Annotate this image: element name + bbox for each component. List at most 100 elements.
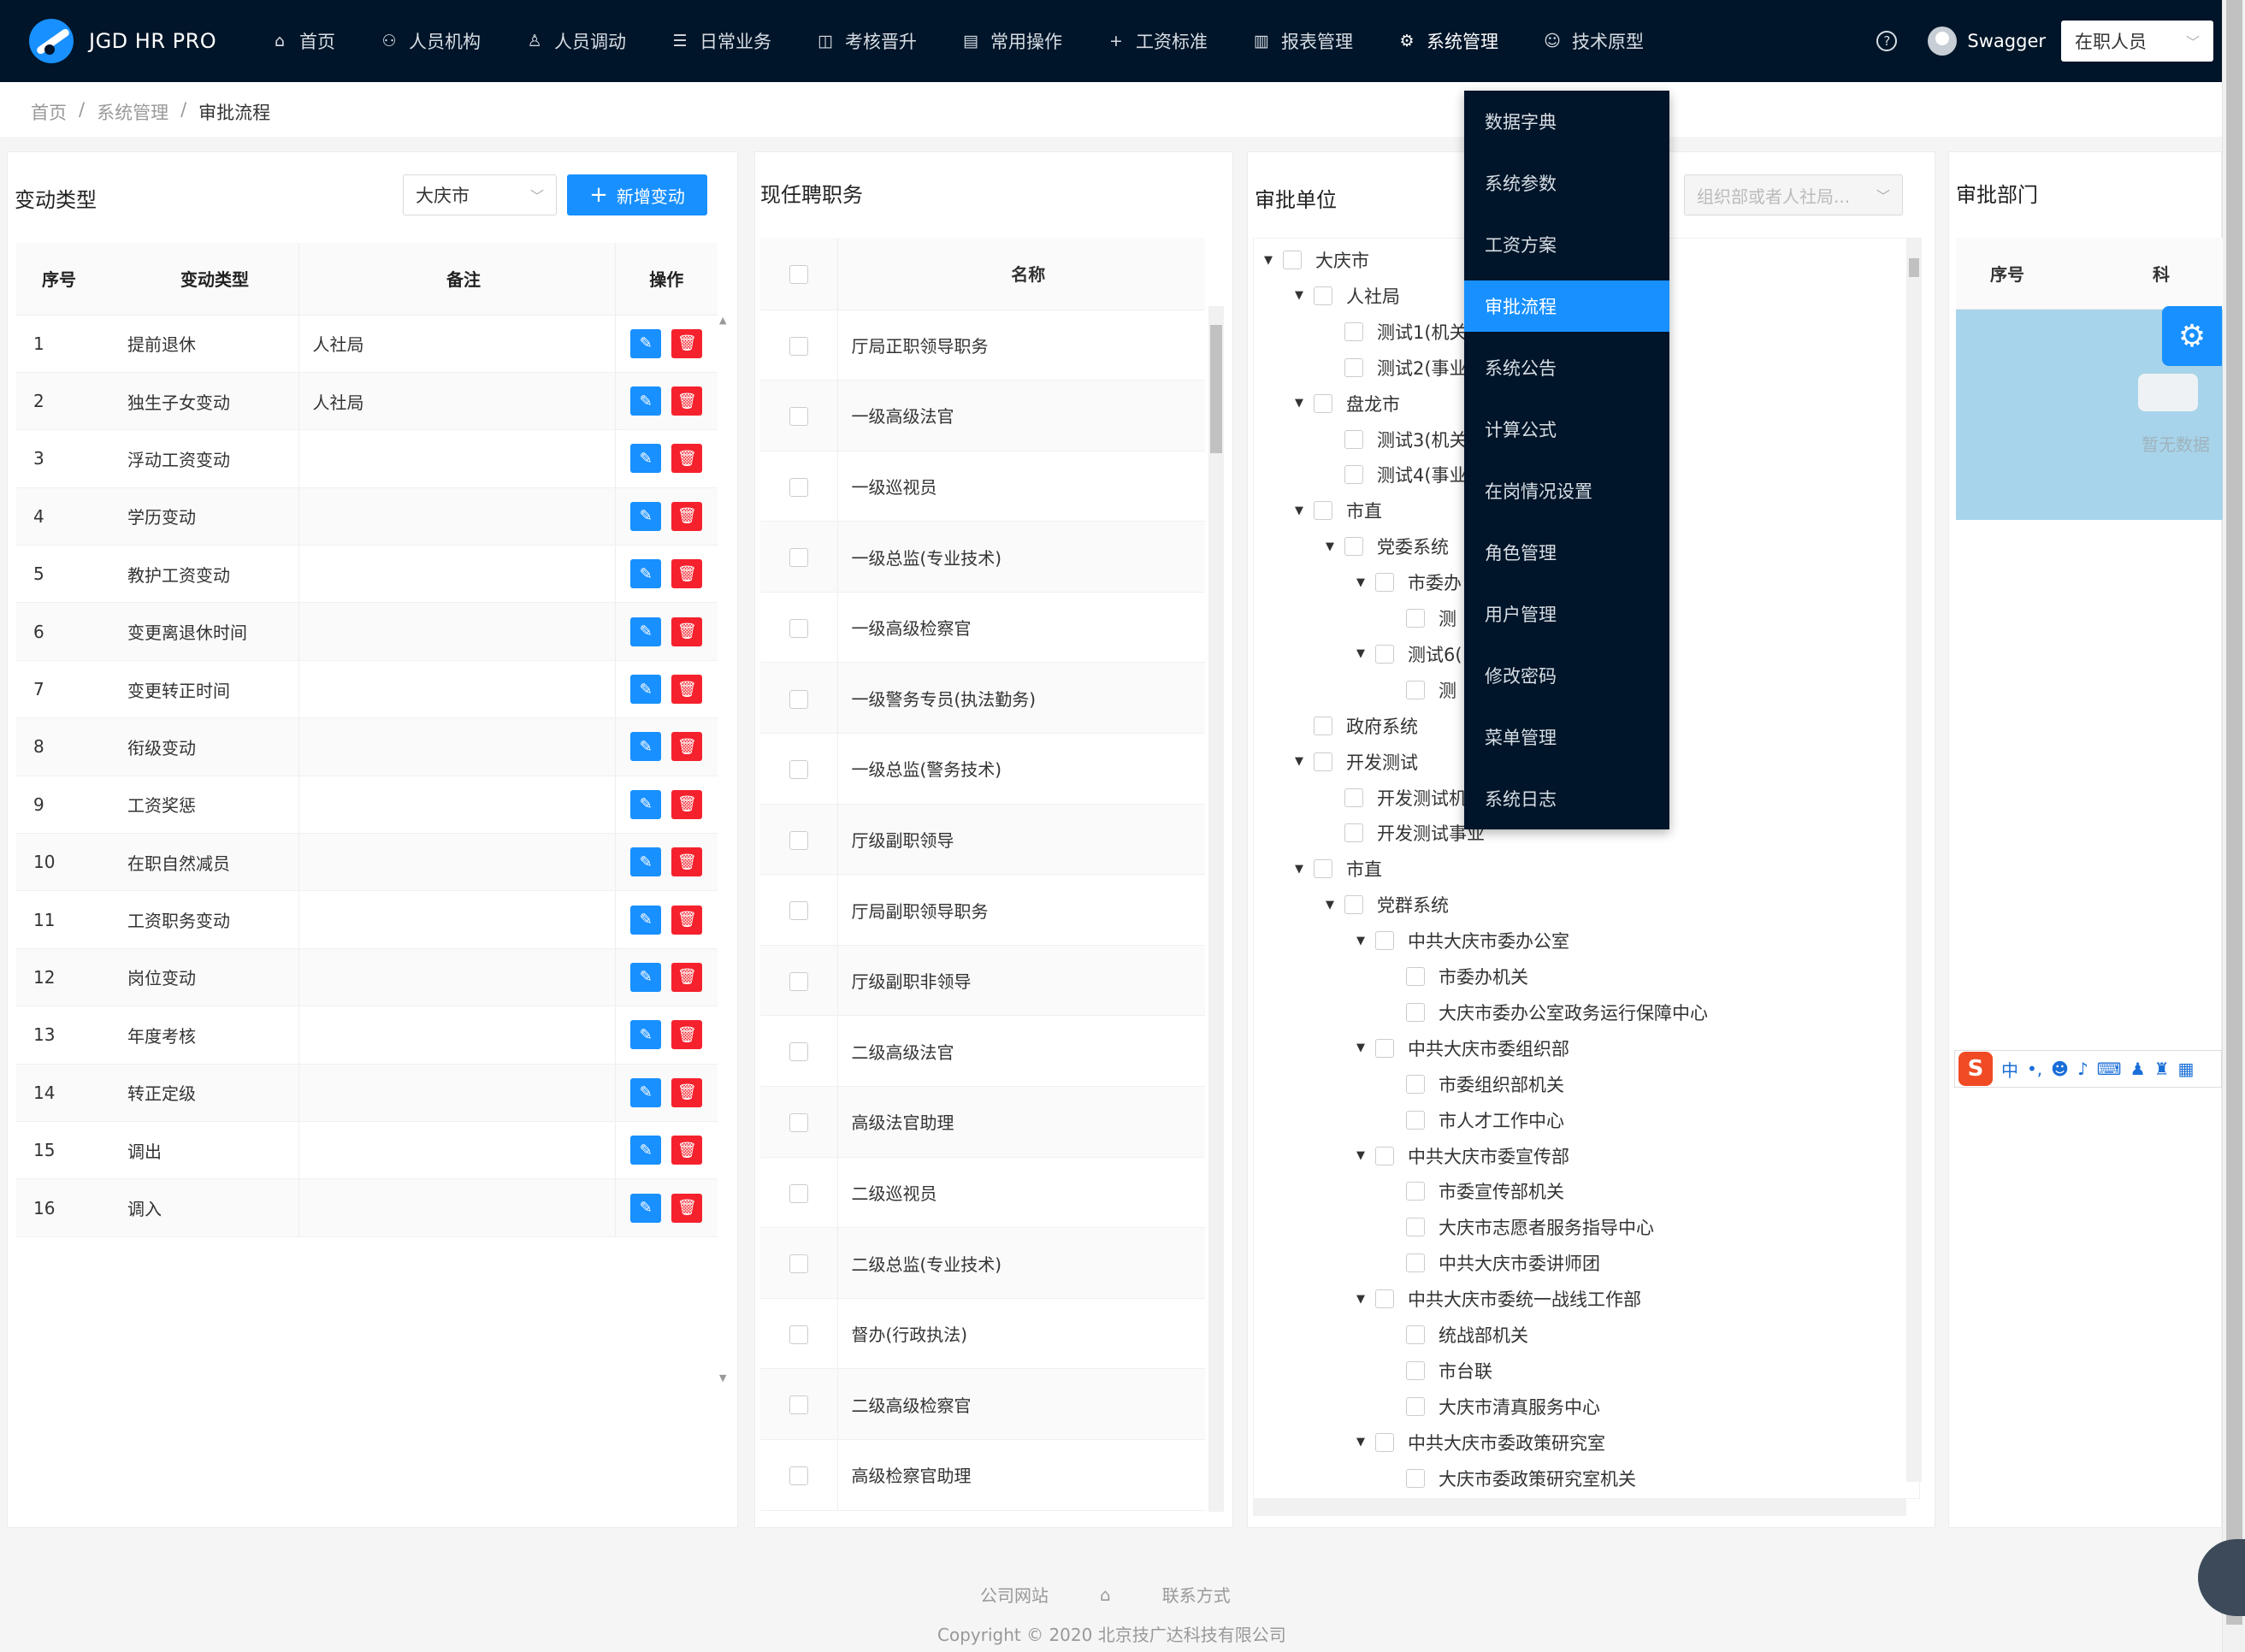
- tree-checkbox[interactable]: [1344, 823, 1363, 843]
- tree-node[interactable]: ▼ 中共大庆市委政策研究室: [1356, 1425, 1605, 1460]
- table-row[interactable]: 6 变更离退休时间 ✎ 🗑: [16, 602, 718, 661]
- table-row[interactable]: 13 年度考核 ✎ 🗑: [16, 1006, 718, 1065]
- org-select[interactable]: 组织部或者人社局... ﹀: [1684, 174, 1903, 215]
- tree-node[interactable]: 市委组织部机关: [1387, 1066, 1564, 1102]
- tree-checkbox[interactable]: [1314, 859, 1332, 879]
- tree-checkbox[interactable]: [1344, 357, 1363, 377]
- help-icon[interactable]: ?: [1876, 31, 1898, 51]
- table-row[interactable]: 11 工资职务变动 ✎ 🗑: [16, 890, 718, 949]
- delete-icon[interactable]: 🗑: [671, 559, 703, 589]
- shirt-icon[interactable]: ♜: [2154, 1059, 2170, 1079]
- table-row[interactable]: 厅级副职非领导: [760, 945, 1205, 1017]
- tree-checkbox[interactable]: [1406, 680, 1425, 699]
- home-icon[interactable]: ⌂: [1100, 1584, 1111, 1605]
- city-select[interactable]: 大庆市 ﹀: [403, 174, 557, 215]
- tree-checkbox[interactable]: [1344, 788, 1363, 807]
- table-row[interactable]: 5 教护工资变动 ✎ 🗑: [16, 545, 718, 604]
- caret-down-icon[interactable]: ▼: [1295, 397, 1314, 410]
- tree-node[interactable]: 市人才工作中心: [1387, 1102, 1564, 1138]
- tree-checkbox[interactable]: [1406, 1002, 1425, 1022]
- tree-checkbox[interactable]: [1406, 1074, 1425, 1094]
- nav-item[interactable]: ◫ 考核晋升: [794, 0, 939, 82]
- dropdown-item[interactable]: 工资方案: [1464, 214, 1669, 275]
- tree-checkbox[interactable]: [1375, 1289, 1394, 1309]
- tree-checkbox[interactable]: [1314, 752, 1332, 771]
- scroll-thumb[interactable]: [1909, 258, 1919, 277]
- tree-checkbox[interactable]: [1344, 465, 1363, 485]
- scroll-up-icon[interactable]: ▲: [719, 315, 726, 326]
- delete-icon[interactable]: 🗑: [671, 501, 703, 531]
- dropdown-item[interactable]: 在岗情况设置: [1464, 460, 1669, 522]
- row-checkbox[interactable]: [789, 971, 808, 991]
- delete-icon[interactable]: 🗑: [671, 789, 703, 819]
- dropdown-item[interactable]: 数据字典: [1464, 91, 1669, 152]
- tree-checkbox[interactable]: [1406, 1360, 1425, 1380]
- tree-checkbox[interactable]: [1344, 895, 1363, 915]
- tree-node[interactable]: 市台联: [1387, 1353, 1492, 1389]
- table-row[interactable]: 一级高级法官: [760, 380, 1205, 451]
- add-change-button[interactable]: + 新增变动: [567, 174, 707, 215]
- tree-node[interactable]: 测试1(机关: [1326, 314, 1468, 350]
- dropdown-item[interactable]: 菜单管理: [1464, 706, 1669, 768]
- settings-gear-icon[interactable]: ⚙: [2162, 306, 2222, 366]
- tree-checkbox[interactable]: [1344, 322, 1363, 341]
- tree-node[interactable]: ▼ 中共大庆市委宣传部: [1356, 1138, 1569, 1174]
- table-row[interactable]: 14 转正定级 ✎ 🗑: [16, 1064, 718, 1122]
- emoji-icon[interactable]: ☻: [2051, 1059, 2069, 1079]
- table-scrollbar[interactable]: [1208, 306, 1224, 1512]
- table-row[interactable]: 2 独生子女变动 人社局 ✎ 🗑: [16, 372, 718, 431]
- ime-mode[interactable]: 中: [2001, 1057, 2018, 1082]
- page-scroll-thumb[interactable]: [2226, 0, 2242, 1625]
- tree-vertical-scrollbar[interactable]: [1906, 238, 1922, 1482]
- caret-down-icon[interactable]: ▼: [1356, 1293, 1375, 1306]
- breadcrumb-home[interactable]: 首页: [31, 99, 67, 125]
- table-row[interactable]: 一级总监(警务技术): [760, 733, 1205, 805]
- table-row[interactable]: 二级高级法官: [760, 1015, 1205, 1088]
- row-checkbox[interactable]: [789, 1042, 808, 1062]
- row-checkbox[interactable]: [789, 760, 808, 780]
- table-row[interactable]: 1 提前退休 人社局 ✎ 🗑: [16, 315, 718, 373]
- edit-icon[interactable]: ✎: [630, 444, 662, 474]
- row-checkbox[interactable]: [789, 477, 808, 497]
- row-checkbox[interactable]: [789, 407, 808, 427]
- table-row[interactable]: 16 调入 ✎ 🗑: [16, 1178, 718, 1237]
- delete-icon[interactable]: 🗑: [671, 732, 703, 762]
- edit-icon[interactable]: ✎: [630, 905, 662, 935]
- edit-icon[interactable]: ✎: [630, 1193, 662, 1223]
- caret-down-icon[interactable]: ▼: [1264, 254, 1283, 267]
- table-row[interactable]: 一级巡视员: [760, 451, 1205, 522]
- delete-icon[interactable]: 🗑: [671, 328, 703, 358]
- tree-checkbox[interactable]: [1314, 286, 1332, 305]
- dropdown-item[interactable]: 计算公式: [1464, 398, 1669, 460]
- table-row[interactable]: 15 调出 ✎ 🗑: [16, 1121, 718, 1180]
- tree-checkbox[interactable]: [1314, 716, 1332, 735]
- delete-icon[interactable]: 🗑: [671, 847, 703, 877]
- tree-node[interactable]: 中共大庆市委讲师团: [1387, 1245, 1600, 1281]
- table-row[interactable]: 12 岗位变动 ✎ 🗑: [16, 948, 718, 1007]
- edit-icon[interactable]: ✎: [630, 732, 662, 762]
- nav-item[interactable]: ☺ 技术原型: [1521, 0, 1666, 82]
- caret-down-icon[interactable]: ▼: [1295, 504, 1314, 517]
- delete-icon[interactable]: 🗑: [671, 962, 703, 992]
- person-icon[interactable]: ♟: [2130, 1059, 2146, 1079]
- keyboard-icon[interactable]: ⌨: [2097, 1059, 2122, 1079]
- tree-node[interactable]: ▼ 党群系统: [1326, 887, 1449, 923]
- dropdown-item[interactable]: 修改密码: [1464, 645, 1669, 706]
- delete-icon[interactable]: 🗑: [671, 386, 703, 416]
- row-checkbox[interactable]: [789, 336, 808, 356]
- tree-node[interactable]: 开发测试事业: [1326, 815, 1485, 851]
- table-row[interactable]: 二级高级检察官: [760, 1368, 1205, 1440]
- tree-node[interactable]: ▼ 测试6(: [1356, 636, 1462, 672]
- page-scrollbar[interactable]: [2222, 0, 2245, 1652]
- tree-node[interactable]: 大庆市志愿者服务指导中心: [1387, 1209, 1654, 1245]
- tree-checkbox[interactable]: [1406, 1325, 1425, 1344]
- delete-icon[interactable]: 🗑: [671, 905, 703, 935]
- tree-checkbox[interactable]: [1406, 967, 1425, 986]
- tree-node[interactable]: ▼ 党委系统: [1326, 528, 1449, 564]
- delete-icon[interactable]: 🗑: [671, 675, 703, 705]
- tree-checkbox[interactable]: [1406, 609, 1425, 628]
- edit-icon[interactable]: ✎: [630, 1020, 662, 1050]
- row-checkbox[interactable]: [789, 1254, 808, 1274]
- tree-checkbox[interactable]: [1406, 1218, 1425, 1237]
- caret-down-icon[interactable]: ▼: [1356, 647, 1375, 660]
